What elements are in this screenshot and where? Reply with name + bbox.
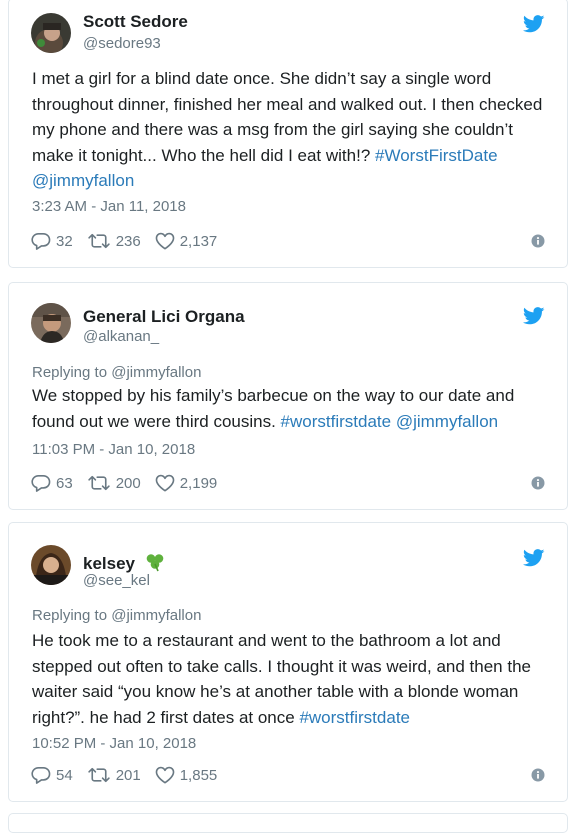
tweet-text: I met a girl for a blind date once. She …: [32, 66, 557, 194]
like-button[interactable]: 1,855: [155, 766, 218, 784]
retweet-count: 236: [115, 232, 141, 250]
info-icon[interactable]: [531, 768, 545, 782]
author-name[interactable]: kelsey: [83, 552, 166, 574]
action-bar: 32 236 2,137: [31, 230, 231, 252]
like-count: 2,199: [179, 474, 218, 492]
twitter-bird-icon[interactable]: [523, 15, 545, 33]
twitter-bird-icon[interactable]: [523, 307, 545, 325]
reply-button[interactable]: 63: [31, 474, 73, 492]
tweet-card-partial: [8, 813, 568, 833]
mention-link[interactable]: @jimmyfallon: [396, 412, 498, 431]
reply-count: 54: [56, 766, 73, 784]
retweet-button[interactable]: 201: [87, 766, 141, 784]
action-bar: 54 201 1,855: [31, 764, 231, 786]
retweet-icon: [87, 232, 111, 250]
author-name[interactable]: Scott Sedore: [83, 12, 188, 32]
twitter-bird-icon[interactable]: [523, 549, 545, 567]
reply-button[interactable]: 54: [31, 766, 73, 784]
info-icon[interactable]: [531, 476, 545, 490]
author-handle[interactable]: @alkanan_: [83, 328, 159, 345]
tweet-text: We stopped by his family’s barbecue on t…: [32, 383, 557, 434]
shamrock-icon: [146, 554, 164, 572]
tweet-card[interactable]: Scott Sedore @sedore93 I met a girl for …: [8, 0, 568, 268]
hashtag-link[interactable]: #worstfirstdate: [299, 708, 410, 727]
reply-count: 32: [56, 232, 73, 250]
hashtag-link[interactable]: #worstfirstdate: [281, 412, 392, 431]
like-count: 2,137: [179, 232, 218, 250]
author-handle[interactable]: @sedore93: [83, 35, 161, 52]
retweet-icon: [87, 474, 111, 492]
info-icon[interactable]: [531, 234, 545, 248]
author-name[interactable]: General Lici Organa: [83, 307, 245, 327]
reply-count: 63: [56, 474, 73, 492]
timestamp[interactable]: 10:52 PM - Jan 10, 2018: [32, 735, 196, 752]
author-name-text: kelsey: [83, 554, 135, 573]
reply-icon: [31, 232, 51, 250]
replying-to[interactable]: Replying to @jimmyfallon: [32, 364, 201, 381]
tweet-body: He took me to a restaurant and went to t…: [32, 631, 531, 727]
avatar[interactable]: [31, 13, 71, 53]
retweet-count: 200: [115, 474, 141, 492]
heart-icon: [155, 474, 175, 492]
heart-icon: [155, 766, 175, 784]
hashtag-link[interactable]: #WorstFirstDate: [375, 146, 498, 165]
tweet-card[interactable]: kelsey @see_kel Replying to @jimmyfallon…: [8, 522, 568, 802]
like-count: 1,855: [179, 766, 218, 784]
reply-icon: [31, 474, 51, 492]
heart-icon: [155, 232, 175, 250]
mention-link[interactable]: @jimmyfallon: [32, 171, 134, 190]
timestamp[interactable]: 3:23 AM - Jan 11, 2018: [32, 198, 186, 215]
action-bar: 63 200 2,199: [31, 472, 231, 494]
timestamp[interactable]: 11:03 PM - Jan 10, 2018: [32, 441, 195, 458]
retweet-count: 201: [115, 766, 141, 784]
like-button[interactable]: 2,199: [155, 474, 218, 492]
retweet-button[interactable]: 236: [87, 232, 141, 250]
author-handle[interactable]: @see_kel: [83, 572, 150, 589]
reply-button[interactable]: 32: [31, 232, 73, 250]
avatar[interactable]: [31, 545, 71, 585]
tweet-card[interactable]: General Lici Organa @alkanan_ Replying t…: [8, 282, 568, 510]
like-button[interactable]: 2,137: [155, 232, 218, 250]
tweet-text: He took me to a restaurant and went to t…: [32, 628, 557, 730]
reply-icon: [31, 766, 51, 784]
avatar[interactable]: [31, 303, 71, 343]
retweet-icon: [87, 766, 111, 784]
replying-to[interactable]: Replying to @jimmyfallon: [32, 607, 201, 624]
retweet-button[interactable]: 200: [87, 474, 141, 492]
